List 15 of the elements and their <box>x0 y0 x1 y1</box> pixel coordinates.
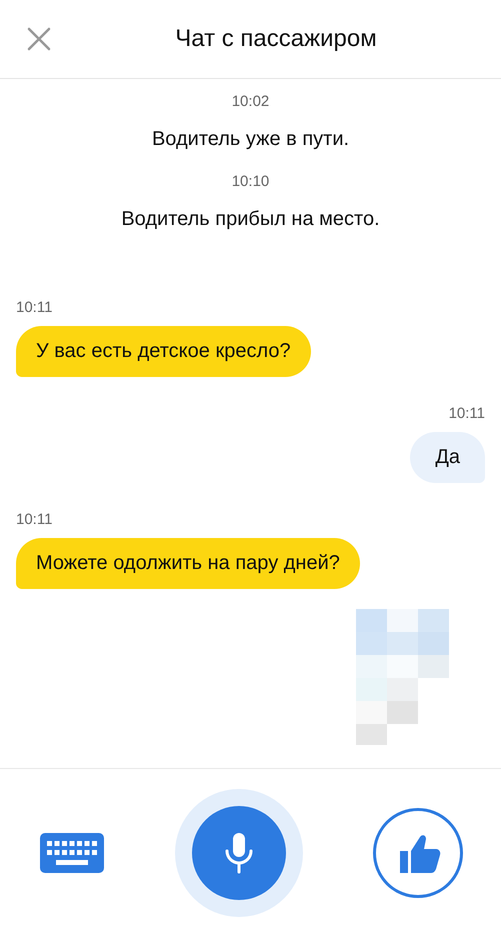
incoming-message-bubble: Можете одолжить на пару дней? <box>16 538 360 589</box>
outgoing-message-bubble: Да <box>410 432 485 483</box>
chat-title: Чат с пассажиром <box>174 25 378 53</box>
microphone-button[interactable] <box>192 806 286 900</box>
system-message: Водитель прибыл на место. <box>121 208 380 231</box>
microphone-icon <box>224 831 254 875</box>
close-icon[interactable] <box>26 26 52 52</box>
message-time: 10:02 <box>232 93 270 110</box>
system-message: Водитель уже в пути. <box>152 128 350 151</box>
incoming-message-bubble: У вас есть детское кресло? <box>16 326 311 377</box>
keyboard-icon[interactable] <box>40 833 104 873</box>
message-time: 10:10 <box>232 173 270 190</box>
message-time: 10:11 <box>16 299 52 316</box>
message-time: 10:11 <box>16 511 52 528</box>
message-time: 10:11 <box>448 405 485 422</box>
